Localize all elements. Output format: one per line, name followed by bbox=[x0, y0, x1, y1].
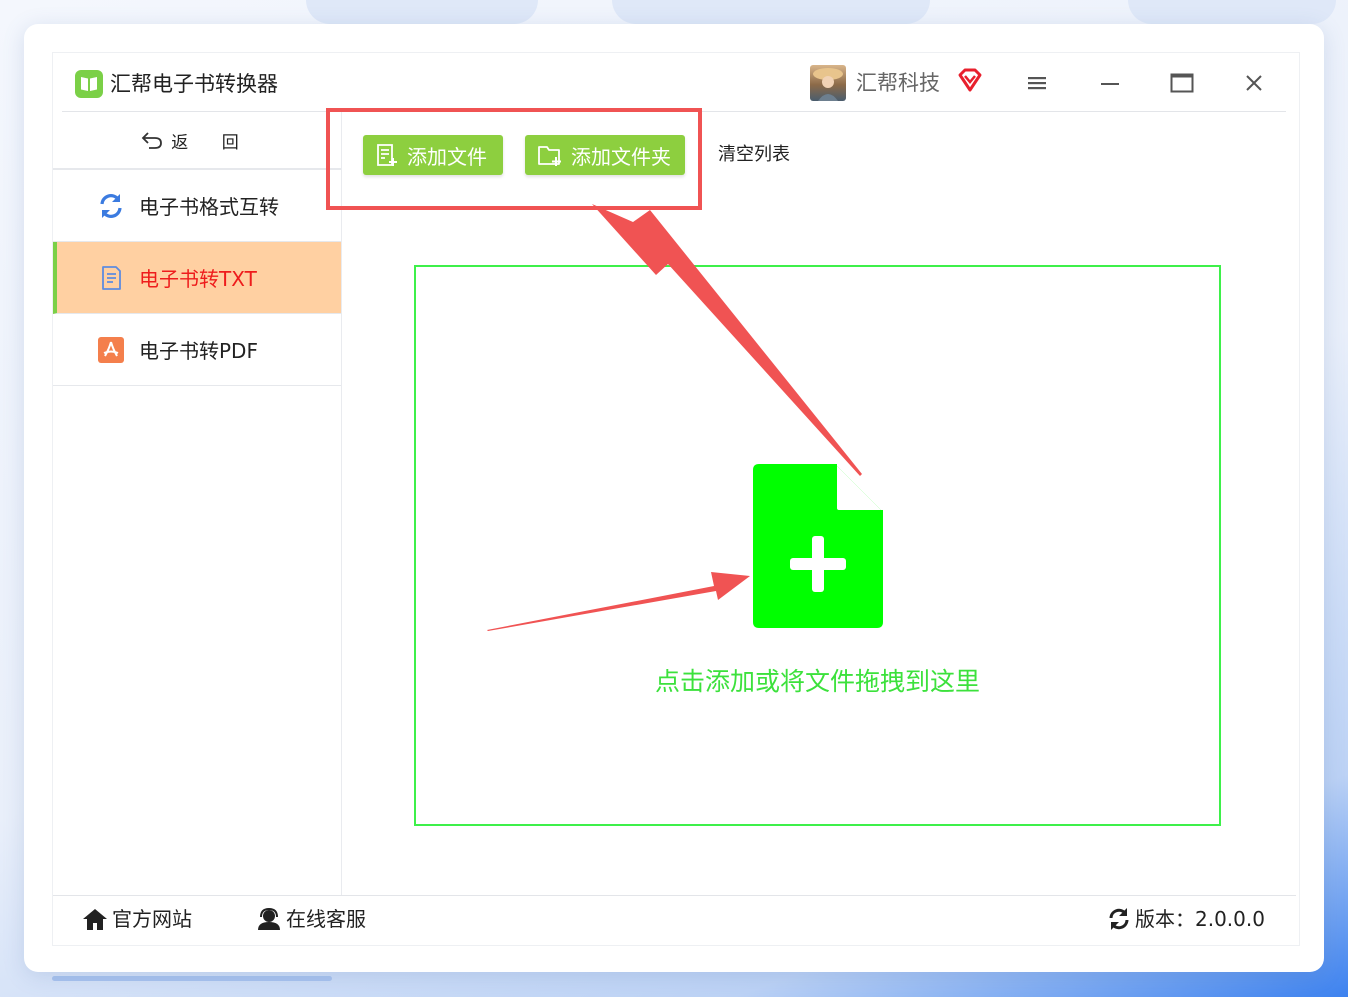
background-scrollbar bbox=[52, 976, 332, 981]
website-link[interactable]: 官方网站 bbox=[82, 904, 192, 934]
website-label: 官方网站 bbox=[112, 907, 192, 931]
support-label: 在线客服 bbox=[286, 907, 366, 931]
background-shape bbox=[612, 0, 930, 24]
version-number: 2.0.0.0 bbox=[1195, 907, 1265, 931]
background-shape bbox=[1128, 0, 1336, 24]
home-icon bbox=[82, 907, 108, 931]
background-shape bbox=[306, 0, 538, 24]
annotation-arrow-up bbox=[592, 204, 862, 476]
footer-divider bbox=[53, 895, 1296, 896]
annotation-arrows bbox=[487, 204, 862, 631]
app-window: 汇帮电子书转换器 汇帮科技 返 回 电子书格式互转 电子书转TXT 电子书转PD… bbox=[24, 24, 1324, 972]
support-link[interactable]: 在线客服 bbox=[256, 904, 366, 934]
version-label: 版本： bbox=[1135, 907, 1195, 931]
version-info: 版本： 2.0.0.0 bbox=[1107, 904, 1265, 934]
customer-service-icon bbox=[256, 907, 282, 931]
annotation-arrow-right bbox=[487, 572, 750, 631]
update-icon[interactable] bbox=[1107, 907, 1131, 931]
